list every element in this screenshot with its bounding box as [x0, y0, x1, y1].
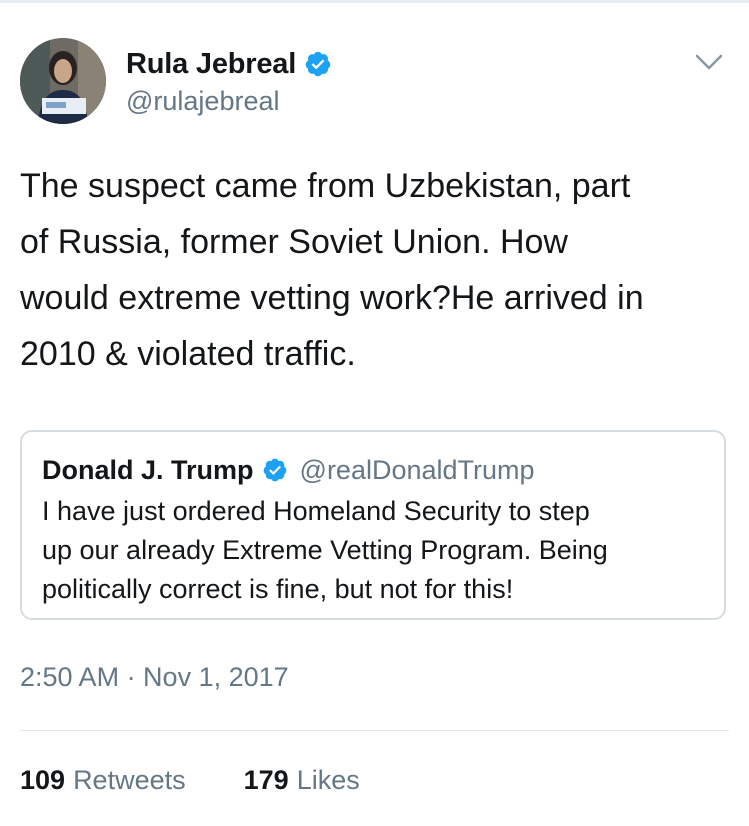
profile-photo-icon [20, 38, 106, 124]
quoted-author-name: Donald J. Trump [42, 454, 254, 485]
verified-badge-icon [263, 458, 286, 482]
verified-badge-icon [305, 51, 331, 77]
retweets-count: 109 [20, 764, 66, 795]
author-handle[interactable]: @rulajebreal [126, 86, 279, 117]
author-name-row: Rula Jebreal [126, 44, 332, 84]
likes-count: 179 [243, 764, 289, 795]
tweet-detail: Rula Jebreal @rulajebreal The suspect ca… [0, 0, 749, 826]
quoted-tweet-header: Donald J. Trump @realDonaldTrump [42, 452, 535, 488]
author-avatar[interactable] [20, 38, 106, 124]
retweets-label: Retweets [73, 764, 186, 795]
chevron-down-icon[interactable] [693, 50, 725, 74]
quoted-tweet-text: I have just ordered Homeland Security to… [42, 496, 608, 604]
likes-label: Likes [296, 764, 360, 795]
quoted-author-handle: @realDonaldTrump [299, 454, 535, 485]
tweet-text: The suspect came from Uzbekistan, part o… [20, 167, 644, 373]
stats-divider [20, 730, 729, 731]
author-display-name[interactable]: Rula Jebreal [126, 48, 296, 81]
tweet-timestamp[interactable]: 2:50 AM · Nov 1, 2017 [20, 662, 289, 693]
retweets-stat[interactable]: 109 Retweets [20, 765, 186, 796]
quoted-tweet-card[interactable]: Donald J. Trump @realDonaldTrump I have … [20, 430, 726, 620]
engagement-stats: 109 Retweets 179 Likes [20, 762, 360, 798]
likes-stat[interactable]: 179 Likes [244, 765, 360, 796]
